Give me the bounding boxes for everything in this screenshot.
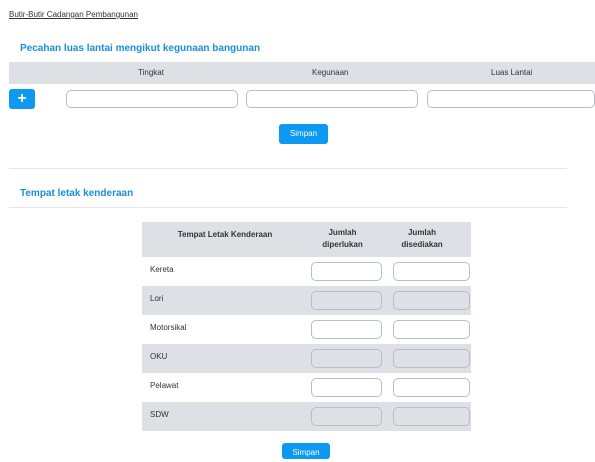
table-row: Pelawat — [142, 373, 471, 402]
jumlah-disediakan-input[interactable] — [393, 262, 470, 281]
jumlah-diperlukan-input[interactable] — [311, 320, 382, 339]
luas-lantai-input[interactable] — [427, 90, 595, 108]
jumlah-diperlukan-input[interactable] — [311, 262, 382, 281]
table-row: OKU — [142, 344, 471, 373]
section-divider — [9, 168, 567, 169]
tingkat-input[interactable] — [66, 90, 238, 108]
row-label: Kereta — [150, 265, 174, 274]
jumlah-disediakan-input[interactable] — [393, 320, 470, 339]
jumlah-diperlukan-input — [311, 349, 382, 368]
column-header-jumlah-disediakan: Jumlah disediakan — [401, 228, 443, 249]
jumlah-disediakan-input[interactable] — [393, 378, 470, 397]
section-title-divider — [9, 207, 567, 208]
jumlah-diperlukan-input[interactable] — [311, 378, 382, 397]
row-label: OKU — [150, 352, 168, 361]
save-button-parking[interactable]: Simpan — [282, 443, 330, 459]
plus-icon: + — [17, 90, 27, 107]
add-row-button[interactable]: + — [9, 89, 35, 109]
row-label: SDW — [150, 410, 169, 419]
breadcrumb-link[interactable]: Butir-Butir Cadangan Pembangunan — [9, 10, 138, 19]
save-button-floor-area[interactable]: Simpan — [279, 124, 328, 144]
column-header-kegunaan: Kegunaan — [312, 68, 349, 77]
parking-table-header: Tempat Letak Kenderaan Jumlah diperlukan… — [142, 222, 471, 257]
column-header-luas-lantai: Luas Lantai — [491, 68, 533, 77]
column-header-jumlah-diperlukan: Jumlah diperlukan — [322, 228, 363, 249]
table-row: Kereta — [142, 257, 471, 286]
column-header-tingkat: Tingkat — [138, 68, 164, 77]
row-label: Motorsikal — [150, 323, 187, 332]
column-header-tempat-letak: Tempat Letak Kenderaan — [177, 230, 273, 239]
table-row: Lori — [142, 286, 471, 315]
section-title-floor-area: Pecahan luas lantai mengikut kegunaan ba… — [20, 43, 261, 54]
jumlah-diperlukan-input — [311, 407, 382, 426]
jumlah-disediakan-input — [393, 407, 470, 426]
row-label: Pelawat — [150, 381, 179, 390]
kegunaan-input[interactable] — [246, 90, 418, 108]
table-row: Motorsikal — [142, 315, 471, 344]
jumlah-disediakan-input — [393, 291, 470, 310]
table-row: SDW — [142, 402, 471, 431]
jumlah-diperlukan-input — [311, 291, 382, 310]
jumlah-disediakan-input — [393, 349, 470, 368]
floor-area-table-header: Tingkat Kegunaan Luas Lantai — [9, 62, 595, 84]
row-label: Lori — [150, 294, 164, 303]
section-title-parking: Tempat letak kenderaan — [20, 188, 134, 199]
